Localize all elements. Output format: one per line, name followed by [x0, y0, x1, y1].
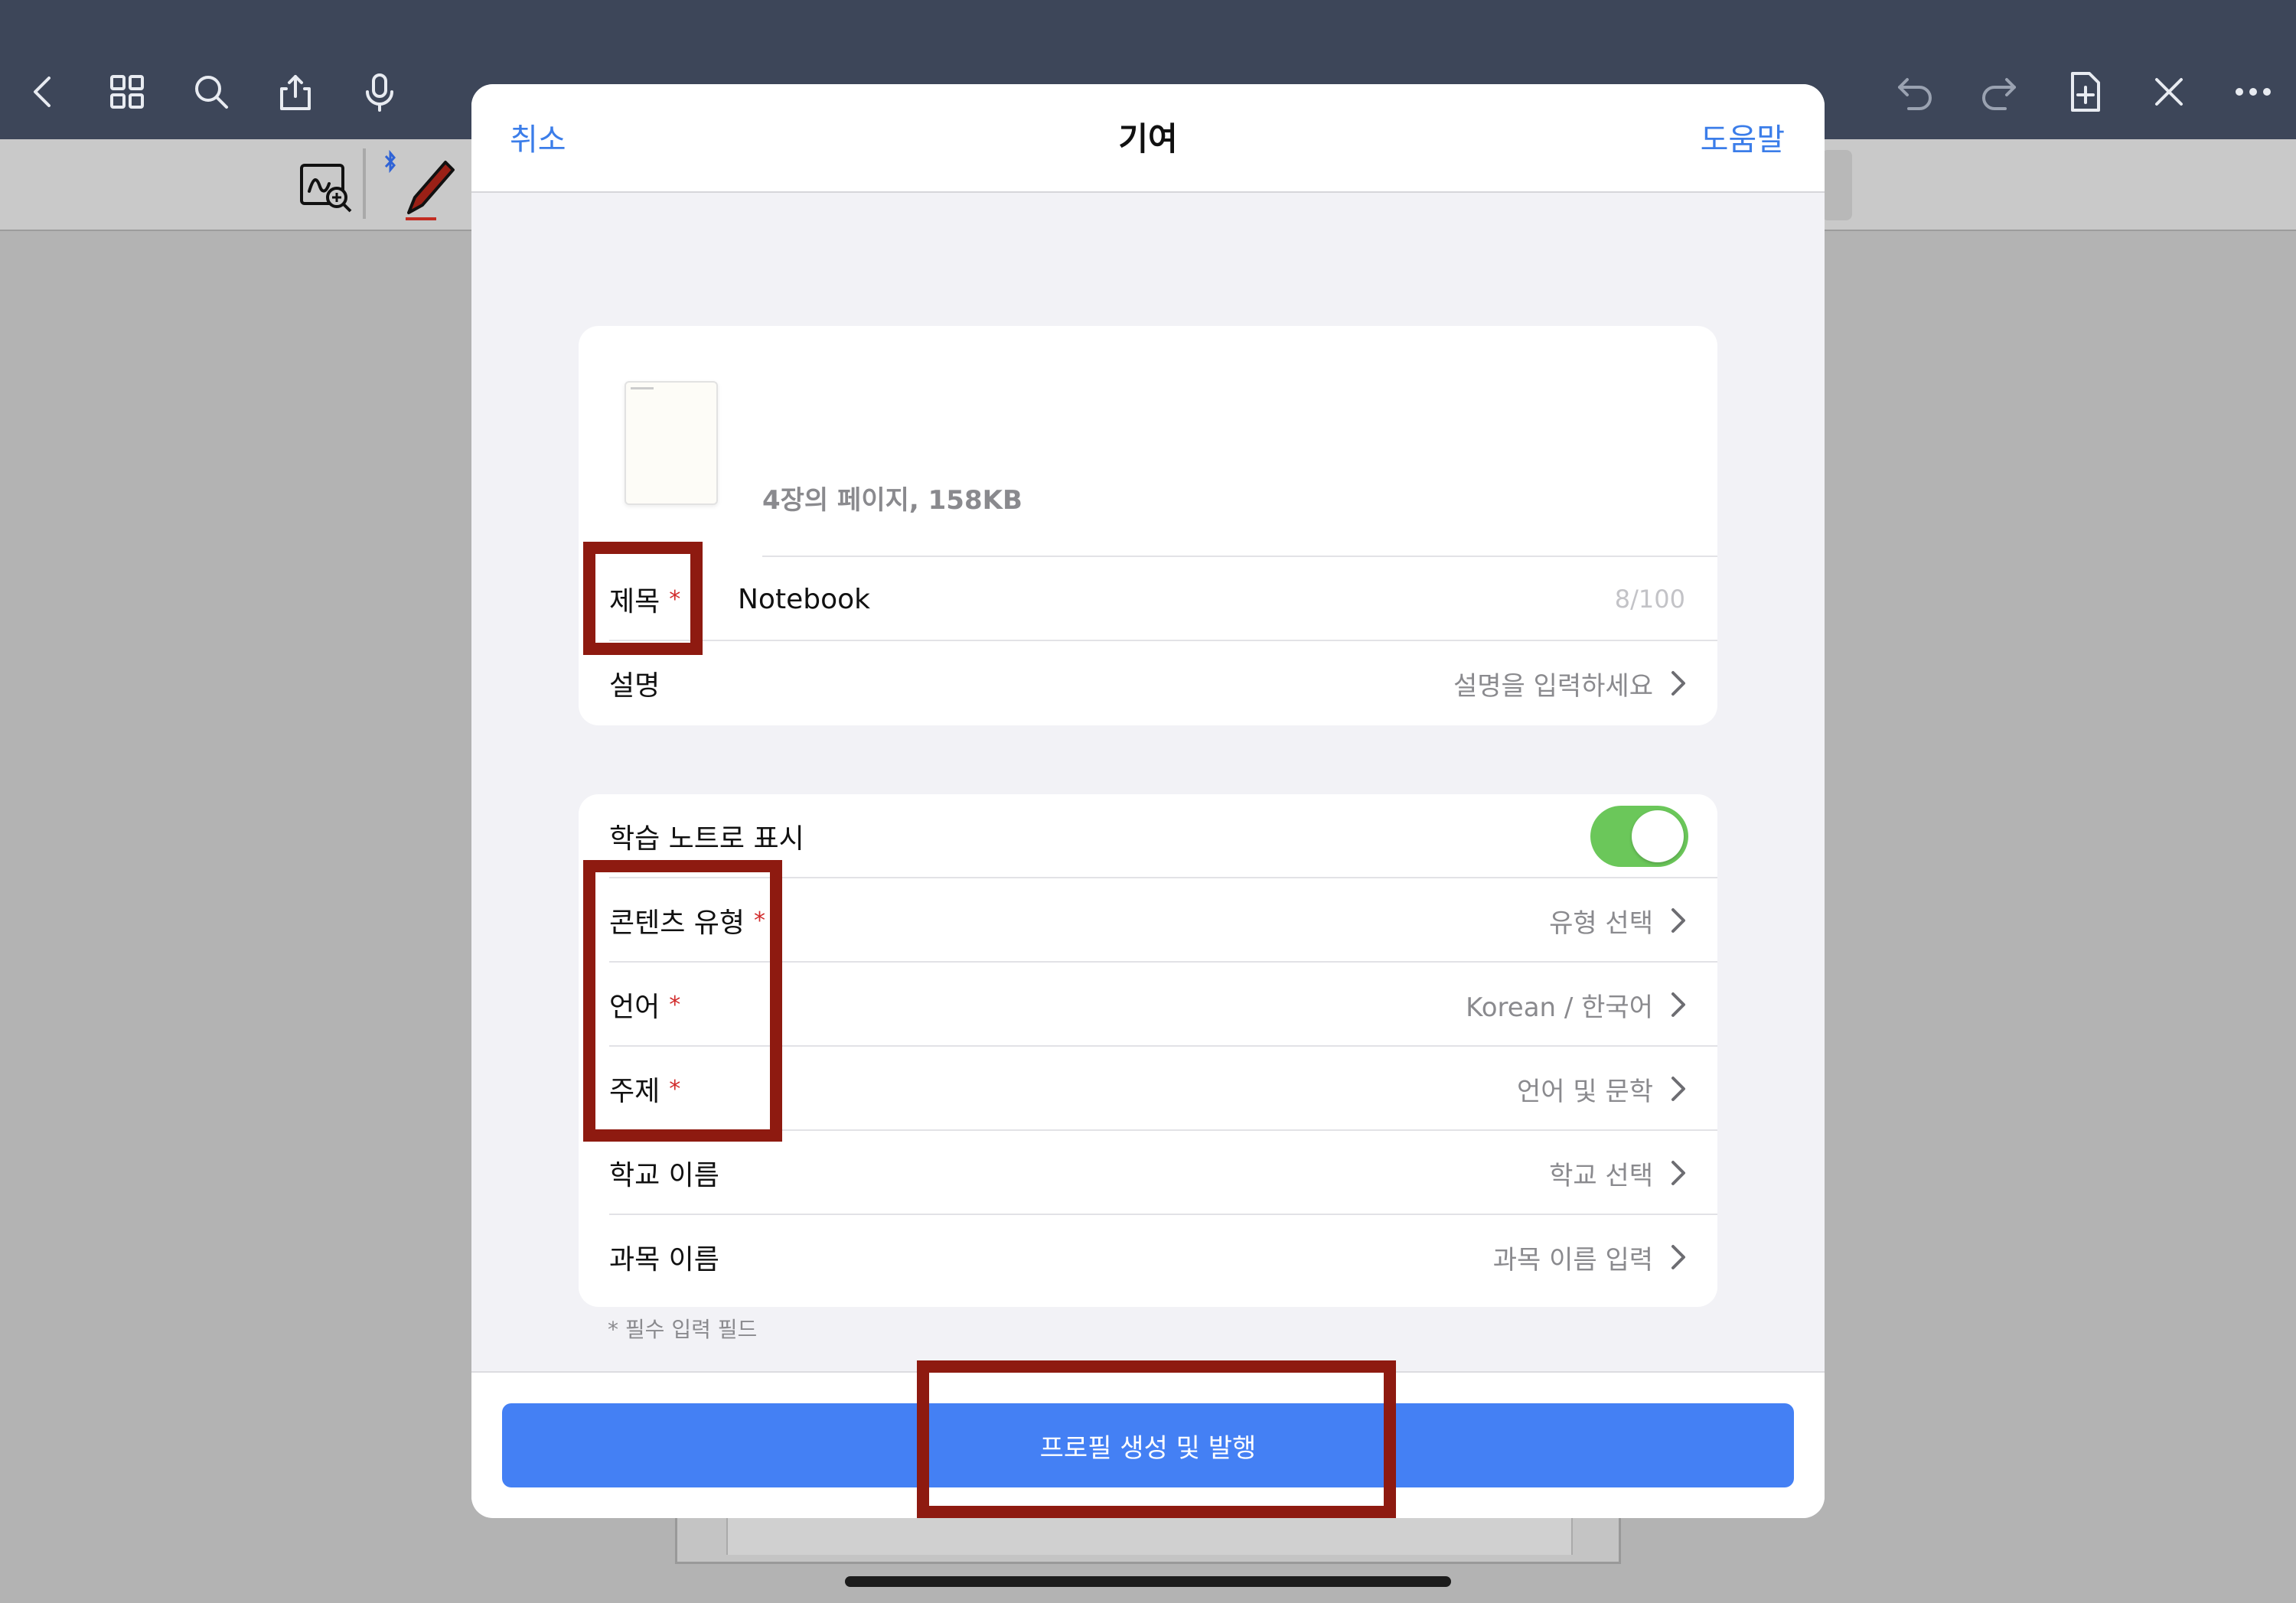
study-note-toggle[interactable] — [1590, 806, 1688, 867]
study-note-label: 학습 노트로 표시 — [609, 823, 804, 855]
chevron-right-icon — [1670, 907, 1687, 934]
content-type-value: 유형 선택 — [1549, 907, 1653, 939]
highlight-box-required-fields — [583, 860, 782, 1142]
school-name-value: 학교 선택 — [1549, 1160, 1653, 1191]
chevron-right-icon — [1670, 670, 1687, 697]
search-icon[interactable] — [185, 66, 237, 118]
bluetooth-icon — [383, 150, 398, 173]
highlight-box-title — [583, 542, 703, 655]
course-name-label: 과목 이름 — [609, 1244, 719, 1276]
microphone-icon[interactable] — [354, 66, 406, 118]
contribute-dialog: 취소 기여 도움말 4장의 페이지, 158KB 제목 * Notebook 8… — [471, 84, 1825, 1518]
dialog-header: 취소 기여 도움말 — [471, 84, 1825, 193]
tool-divider — [363, 148, 366, 219]
back-icon[interactable] — [17, 66, 69, 118]
title-input[interactable]: Notebook — [738, 584, 870, 615]
course-name-row[interactable]: 과목 이름 과목 이름 입력 — [609, 1215, 1717, 1299]
share-icon[interactable] — [269, 66, 321, 118]
undo-icon[interactable] — [1889, 66, 1941, 118]
subject-value: 언어 및 문학 — [1516, 1076, 1653, 1107]
title-char-counter: 8/100 — [1614, 585, 1685, 614]
pen-tool-icon[interactable] — [401, 155, 458, 222]
document-info-card: 4장의 페이지, 158KB 제목 * Notebook 8/100 설명 설명… — [579, 326, 1717, 725]
dialog-title: 기여 — [1118, 120, 1178, 158]
description-placeholder: 설명을 입력하세요 — [1453, 670, 1653, 702]
home-indicator — [845, 1576, 1451, 1587]
course-name-value: 과목 이름 입력 — [1492, 1244, 1653, 1276]
chevron-right-icon — [1670, 1243, 1687, 1271]
title-row[interactable]: 제목 * Notebook 8/100 — [609, 557, 1717, 641]
tools-overflow[interactable] — [1821, 150, 1852, 220]
file-info: 4장의 페이지, 158KB — [762, 485, 1022, 516]
lasso-zoom-icon[interactable] — [298, 161, 354, 214]
highlight-box-submit — [917, 1360, 1396, 1518]
chevron-right-icon — [1670, 1075, 1687, 1103]
required-fields-note: * 필수 입력 필드 — [608, 1317, 758, 1342]
notebook-thumbnail — [625, 381, 718, 505]
language-value: Korean / 한국어 — [1466, 992, 1653, 1023]
redo-icon[interactable] — [1973, 66, 2025, 118]
school-name-row[interactable]: 학교 이름 학교 선택 — [609, 1131, 1717, 1215]
chevron-right-icon — [1670, 1159, 1687, 1187]
description-label: 설명 — [609, 670, 660, 702]
school-name-label: 학교 이름 — [609, 1160, 719, 1191]
close-tools-icon[interactable] — [2143, 66, 2195, 118]
chevron-right-icon — [1670, 991, 1687, 1018]
description-row[interactable]: 설명 설명을 입력하세요 — [609, 641, 1717, 725]
grid-icon[interactable] — [101, 66, 153, 118]
more-icon[interactable] — [2227, 66, 2279, 118]
add-page-icon[interactable] — [2059, 66, 2111, 118]
help-button[interactable]: 도움말 — [1701, 115, 1785, 159]
